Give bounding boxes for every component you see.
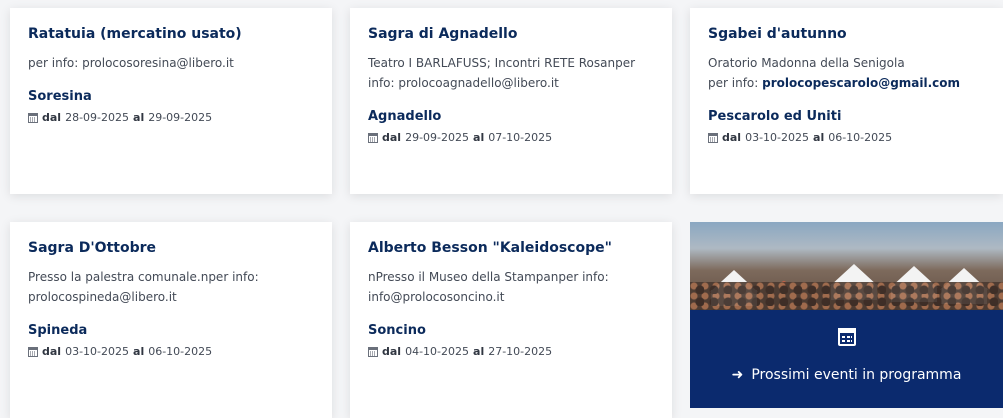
dal-label: dal bbox=[382, 131, 402, 144]
event-description: per info: prolocosoresina@libero.it bbox=[28, 53, 314, 73]
event-place: Soncino bbox=[368, 323, 426, 338]
event-card-agnadello[interactable]: Sagra di Agnadello Teatro I BARLAFUSS; I… bbox=[350, 8, 672, 194]
date-to: 06-10-2025 bbox=[148, 345, 213, 358]
event-description-line: info@prolocosoncino.it bbox=[368, 290, 505, 304]
cta-label: Prossimi eventi in programma bbox=[751, 367, 962, 383]
dal-label: dal bbox=[42, 345, 62, 358]
email-link[interactable]: prolocopescarolo@gmail.com bbox=[762, 76, 960, 90]
al-label: al bbox=[133, 345, 145, 358]
event-dates: dal 28-09-2025 al 29-09-2025 bbox=[28, 109, 314, 127]
event-dates: dal 03-10-2025 al 06-10-2025 bbox=[28, 343, 314, 361]
event-description-line: Oratorio Madonna della Senigola bbox=[708, 56, 905, 70]
al-label: al bbox=[813, 131, 825, 144]
event-place: Soresina bbox=[28, 89, 92, 104]
al-label: al bbox=[133, 111, 145, 124]
calendar-icon bbox=[28, 347, 38, 357]
event-description-line: Teatro I BARLAFUSS; Incontri RETE Rosanp… bbox=[368, 56, 636, 70]
event-title[interactable]: Sagra di Agnadello bbox=[368, 24, 654, 44]
date-from: 28-09-2025 bbox=[65, 111, 130, 124]
event-title[interactable]: Ratatuia (mercatino usato) bbox=[28, 24, 314, 44]
arrow-right-icon: ➜ bbox=[731, 367, 744, 383]
event-card-sagra-ottobre[interactable]: Sagra D'Ottobre Presso la palestra comun… bbox=[10, 222, 332, 418]
event-place: Pescarolo ed Uniti bbox=[708, 109, 842, 124]
date-from: 03-10-2025 bbox=[745, 131, 810, 144]
date-from: 29-09-2025 bbox=[405, 131, 470, 144]
date-to: 27-10-2025 bbox=[488, 345, 553, 358]
event-description-line: info: prolocoagnadello@libero.it bbox=[368, 76, 559, 90]
event-card-sgabei[interactable]: Sgabei d'autunno Oratorio Madonna della … bbox=[690, 8, 1003, 194]
event-description-line: prolocospineda@libero.it bbox=[28, 290, 177, 304]
date-to: 06-10-2025 bbox=[828, 131, 893, 144]
event-title[interactable]: Sagra D'Ottobre bbox=[28, 238, 314, 258]
event-dates: dal 29-09-2025 al 07-10-2025 bbox=[368, 129, 654, 147]
al-label: al bbox=[473, 131, 485, 144]
event-description-line: per info: prolocosoresina@libero.it bbox=[28, 56, 234, 70]
calendar-icon bbox=[838, 328, 856, 346]
calendar-icon bbox=[28, 113, 38, 123]
event-description: Oratorio Madonna della Senigola per info… bbox=[708, 53, 985, 93]
event-description: Teatro I BARLAFUSS; Incontri RETE Rosanp… bbox=[368, 53, 654, 93]
event-description: Presso la palestra comunale.nper info: p… bbox=[28, 267, 314, 307]
festival-photo bbox=[690, 222, 1003, 310]
date-from: 04-10-2025 bbox=[405, 345, 470, 358]
calendar-icon bbox=[708, 133, 718, 143]
event-title[interactable]: Alberto Besson "Kaleidoscope" bbox=[368, 238, 654, 258]
date-to: 07-10-2025 bbox=[488, 131, 553, 144]
event-place: Agnadello bbox=[368, 109, 442, 124]
dal-label: dal bbox=[382, 345, 402, 358]
cta-panel[interactable]: ➜ Prossimi eventi in programma bbox=[690, 310, 1003, 408]
info-prefix: per info: bbox=[708, 76, 763, 90]
event-description-line: Presso la palestra comunale.nper info: bbox=[28, 270, 259, 284]
calendar-icon bbox=[368, 133, 378, 143]
calendar-icon bbox=[368, 347, 378, 357]
upcoming-events-link[interactable]: ➜ Prossimi eventi in programma bbox=[690, 365, 1003, 385]
event-dates: dal 03-10-2025 al 06-10-2025 bbox=[708, 129, 985, 147]
event-card-kaleidoscope[interactable]: Alberto Besson "Kaleidoscope" nPresso il… bbox=[350, 222, 672, 418]
event-description-line: nPresso il Museo della Stampanper info: bbox=[368, 270, 609, 284]
event-description-line: per info: prolocopescarolo@gmail.com bbox=[708, 73, 985, 93]
date-to: 29-09-2025 bbox=[148, 111, 213, 124]
al-label: al bbox=[473, 345, 485, 358]
date-from: 03-10-2025 bbox=[65, 345, 130, 358]
upcoming-events-cta[interactable]: ➜ Prossimi eventi in programma bbox=[690, 222, 1003, 408]
event-place: Spineda bbox=[28, 323, 88, 338]
event-description: nPresso il Museo della Stampanper info: … bbox=[368, 267, 654, 307]
dal-label: dal bbox=[722, 131, 742, 144]
event-card-ratatuia[interactable]: Ratatuia (mercatino usato) per info: pro… bbox=[10, 8, 332, 194]
event-title[interactable]: Sgabei d'autunno bbox=[708, 24, 985, 44]
event-dates: dal 04-10-2025 al 27-10-2025 bbox=[368, 343, 654, 361]
dal-label: dal bbox=[42, 111, 62, 124]
